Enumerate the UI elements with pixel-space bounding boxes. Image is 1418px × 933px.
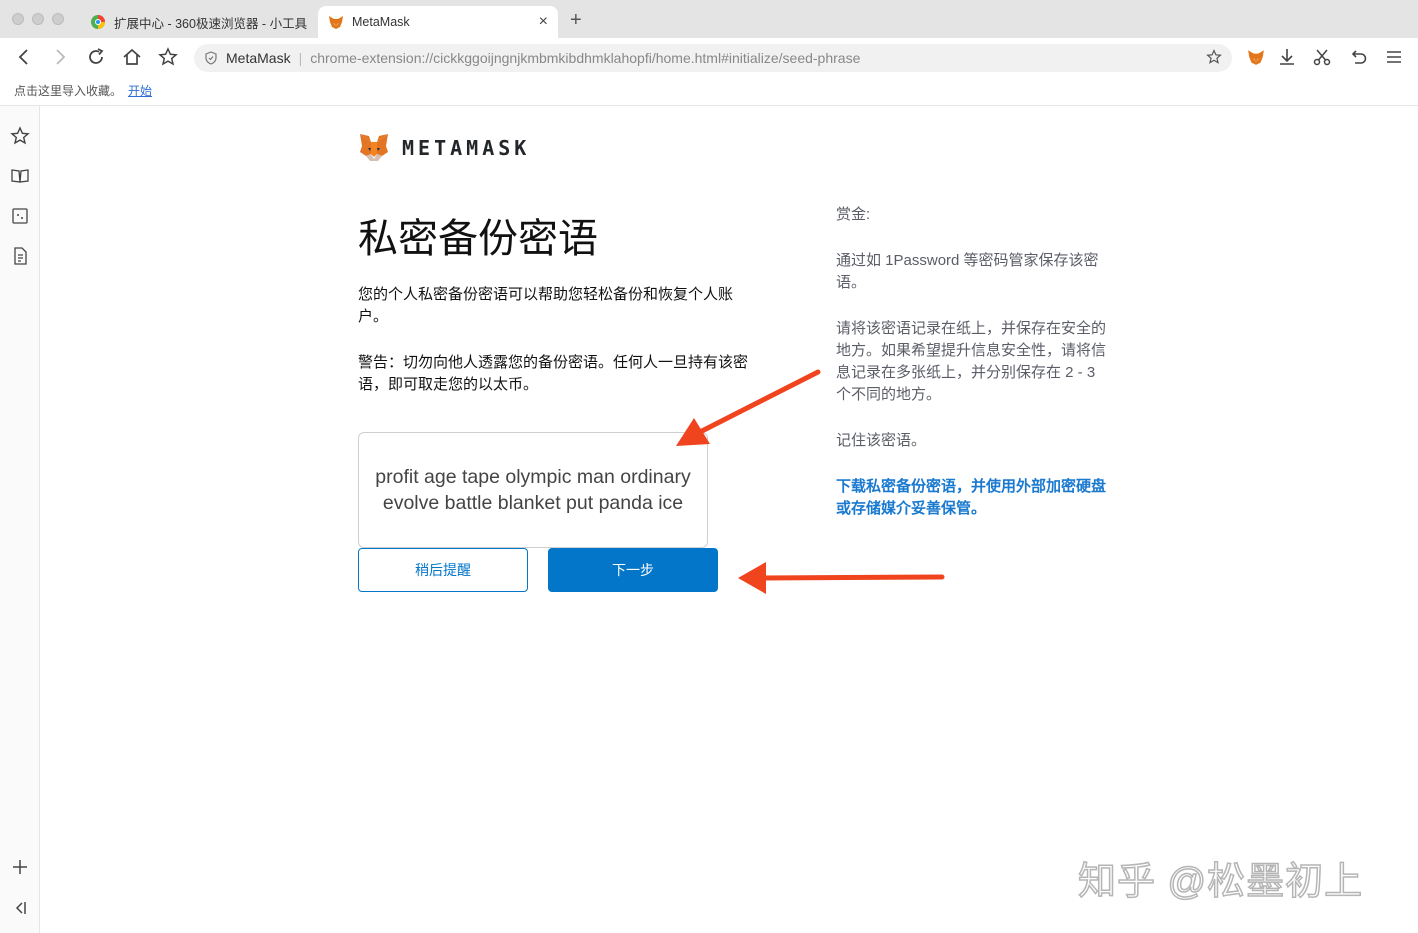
tab-extension-center[interactable]: 扩展中心 - 360极速浏览器 - 小工具 bbox=[82, 6, 314, 38]
address-bar[interactable]: MetaMask | chrome-extension://cickkggoij… bbox=[194, 44, 1232, 72]
seed-phrase-box[interactable]: profit age tape olympic man ordinary evo… bbox=[358, 432, 708, 548]
left-sidebar bbox=[0, 106, 40, 933]
bookmark-bar: 点击这里导入收藏。 开始 bbox=[0, 76, 1418, 106]
fox-icon bbox=[329, 16, 343, 29]
tips-heading: 赏金: bbox=[836, 206, 871, 223]
site-name: MetaMask bbox=[226, 50, 291, 66]
metamask-extension-icon[interactable] bbox=[1244, 45, 1268, 69]
collapse-sidebar-icon[interactable] bbox=[10, 898, 30, 918]
bookmark-star-icon[interactable] bbox=[156, 45, 180, 69]
scissors-icon[interactable] bbox=[1310, 45, 1334, 69]
add-bookmark-icon[interactable] bbox=[1206, 49, 1222, 68]
shield-icon bbox=[205, 51, 217, 65]
browser-logo-icon bbox=[91, 15, 105, 29]
notes-document-icon[interactable] bbox=[10, 246, 30, 266]
download-icon[interactable] bbox=[1275, 45, 1299, 69]
annotation-arrows bbox=[676, 369, 945, 594]
window-minimize-dot[interactable] bbox=[32, 13, 44, 25]
tab-title: MetaMask bbox=[352, 15, 410, 29]
zhihu-watermark: 知乎 @松墨初上 bbox=[1077, 860, 1364, 904]
game-box-icon[interactable] bbox=[10, 206, 30, 226]
tab-metamask[interactable]: MetaMask × bbox=[318, 6, 558, 38]
seed-phrase-text: profit age tape olympic man ordinary evo… bbox=[375, 466, 691, 514]
menu-icon[interactable] bbox=[1382, 45, 1406, 69]
new-tab-icon[interactable]: + bbox=[570, 9, 582, 32]
reading-book-icon[interactable] bbox=[10, 166, 30, 186]
import-bookmarks-hint: 点击这里导入收藏。 bbox=[14, 84, 123, 98]
remind-later-button[interactable]: 稍后提醒 bbox=[358, 548, 528, 592]
seed-phrase-warning: 警告：切勿向他人透露您的备份密语。任何人一旦持有该密语，即可取走您的以太币。 bbox=[358, 354, 749, 393]
metamask-fox-icon bbox=[360, 134, 388, 161]
home-icon[interactable] bbox=[120, 45, 144, 69]
url-separator: | bbox=[298, 50, 303, 66]
add-icon[interactable] bbox=[10, 857, 30, 877]
download-seed-phrase-link[interactable]: 下载私密备份密语，并使用外部加密硬盘或存储媒介妥善保管。 bbox=[836, 476, 1106, 520]
reload-icon[interactable] bbox=[84, 45, 108, 69]
tab-strip: 扩展中心 - 360极速浏览器 - 小工具 MetaMask × + bbox=[0, 0, 1418, 38]
forward-icon[interactable] bbox=[48, 45, 72, 69]
metamask-logo: METAMASK bbox=[358, 132, 530, 164]
next-button[interactable]: 下一步 bbox=[548, 548, 718, 592]
url-text: chrome-extension://cickkggoijngnjkmbmkib… bbox=[310, 50, 861, 66]
close-tab-icon[interactable]: × bbox=[539, 13, 548, 31]
logo-wordmark: METAMASK bbox=[402, 136, 531, 160]
page-title: 私密备份密语 bbox=[358, 217, 598, 261]
back-icon[interactable] bbox=[12, 45, 36, 69]
favorites-star-icon[interactable] bbox=[10, 126, 30, 146]
tip-paper-backup: 请将该密语记录在纸上，并保存在安全的地方。如果希望提升信息安全性，请将信息记录在… bbox=[836, 320, 1107, 403]
start-link[interactable]: 开始 bbox=[128, 84, 152, 98]
window-close-dot[interactable] bbox=[12, 13, 24, 25]
tab-title: 扩展中心 - 360极速浏览器 - 小工具 bbox=[114, 16, 308, 31]
arrow-to-next-button bbox=[738, 562, 945, 594]
tip-memorize: 记住该密语。 bbox=[836, 432, 927, 449]
tip-password-manager: 通过如 1Password 等密码管家保存该密语。 bbox=[836, 252, 1099, 291]
window-zoom-dot[interactable] bbox=[52, 13, 64, 25]
undo-icon[interactable] bbox=[1346, 45, 1370, 69]
seed-phrase-description: 您的个人私密备份密语可以帮助您轻松备份和恢复个人账户。 bbox=[358, 286, 734, 325]
